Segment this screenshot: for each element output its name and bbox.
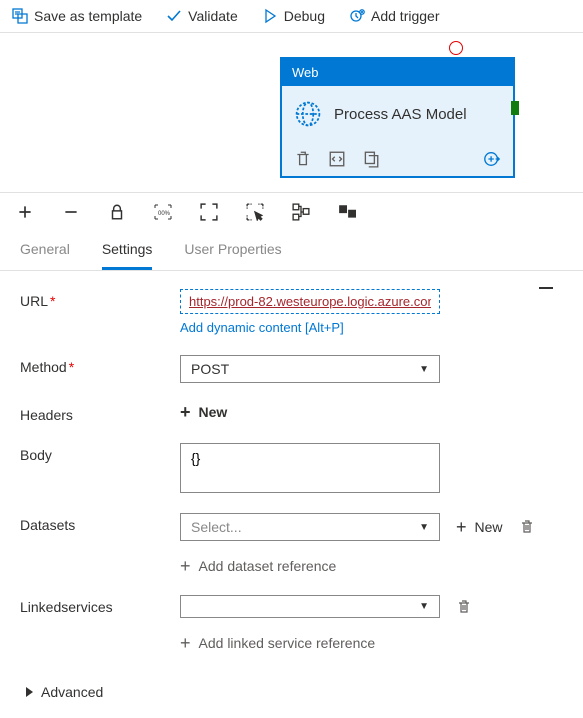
plus-icon: + <box>180 403 191 421</box>
svg-text:00%: 00% <box>158 211 171 217</box>
add-output-icon[interactable] <box>483 150 501 168</box>
headers-new-button[interactable]: + New <box>180 403 563 421</box>
chevron-down-icon: ▼ <box>419 522 429 533</box>
datasets-select[interactable]: Select... ▼ <box>180 513 440 541</box>
save-as-template-button[interactable]: Save as template <box>12 8 142 24</box>
tab-general[interactable]: General <box>20 231 70 270</box>
datasets-delete-icon[interactable] <box>519 519 535 535</box>
chevron-down-icon: ▼ <box>419 364 429 375</box>
plus-icon: + <box>180 557 191 575</box>
method-select[interactable]: POST ▼ <box>180 355 440 383</box>
linkedservices-select[interactable]: ▼ <box>180 595 440 618</box>
add-trigger-label: Add trigger <box>371 8 439 24</box>
web-icon <box>294 100 322 128</box>
top-toolbar: Save as template Validate Debug Add trig… <box>0 0 583 33</box>
headers-label: Headers <box>20 403 180 423</box>
code-node-icon[interactable] <box>328 150 346 168</box>
tab-user-properties[interactable]: User Properties <box>184 231 281 270</box>
add-linked-service-reference-button[interactable]: + Add linked service reference <box>180 634 563 652</box>
fit-screen-icon[interactable] <box>200 203 218 221</box>
debug-button[interactable]: Debug <box>262 8 325 24</box>
settings-form: URL* Add dynamic content [Alt+P] Method*… <box>0 271 583 718</box>
align-icon[interactable] <box>338 203 356 221</box>
trigger-icon <box>349 8 365 24</box>
datasets-label: Datasets <box>20 513 180 533</box>
url-label: URL* <box>20 289 180 309</box>
check-icon <box>166 8 182 24</box>
caret-right-icon <box>26 687 33 697</box>
zoom-100-icon[interactable]: 00% <box>154 203 172 221</box>
play-icon <box>262 8 278 24</box>
panel-grip[interactable] <box>539 287 553 289</box>
select-icon[interactable] <box>246 203 264 221</box>
plus-icon: + <box>456 518 467 536</box>
advanced-toggle[interactable]: Advanced <box>20 672 563 700</box>
node-actions <box>282 142 513 176</box>
method-label: Method* <box>20 355 180 375</box>
node-body: Process AAS Model <box>282 86 513 142</box>
web-activity-node[interactable]: Web Process AAS Model <box>280 57 515 178</box>
add-dataset-reference-button[interactable]: + Add dataset reference <box>180 557 563 575</box>
datasets-placeholder: Select... <box>191 519 242 535</box>
validate-label: Validate <box>188 8 238 24</box>
body-textarea[interactable] <box>180 443 440 493</box>
canvas-tools: 00% <box>0 193 583 231</box>
plus-icon: + <box>180 634 191 652</box>
method-value: POST <box>191 361 229 377</box>
url-input[interactable] <box>180 289 440 314</box>
canvas-indicator-icon <box>449 41 463 55</box>
zoom-in-icon[interactable] <box>16 203 34 221</box>
chevron-down-icon: ▼ <box>419 601 429 612</box>
zoom-out-icon[interactable] <box>62 203 80 221</box>
copy-node-icon[interactable] <box>362 150 380 168</box>
save-template-label: Save as template <box>34 8 142 24</box>
save-template-icon <box>12 8 28 24</box>
linkedservices-label: Linkedservices <box>20 595 180 615</box>
body-label: Body <box>20 443 180 463</box>
debug-label: Debug <box>284 8 325 24</box>
node-output-handle[interactable] <box>511 101 519 115</box>
layout-icon[interactable] <box>292 203 310 221</box>
lock-icon[interactable] <box>108 203 126 221</box>
node-type-label: Web <box>282 59 513 86</box>
linkedservices-delete-icon[interactable] <box>456 599 472 615</box>
validate-button[interactable]: Validate <box>166 8 238 24</box>
add-dynamic-content-link[interactable]: Add dynamic content [Alt+P] <box>180 320 563 335</box>
delete-node-icon[interactable] <box>294 150 312 168</box>
datasets-new-button[interactable]: + New <box>456 518 503 536</box>
tab-settings[interactable]: Settings <box>102 231 153 270</box>
property-tabs: General Settings User Properties <box>0 231 583 271</box>
add-trigger-button[interactable]: Add trigger <box>349 8 439 24</box>
node-title: Process AAS Model <box>334 106 467 123</box>
pipeline-canvas[interactable]: Web Process AAS Model <box>0 33 583 193</box>
